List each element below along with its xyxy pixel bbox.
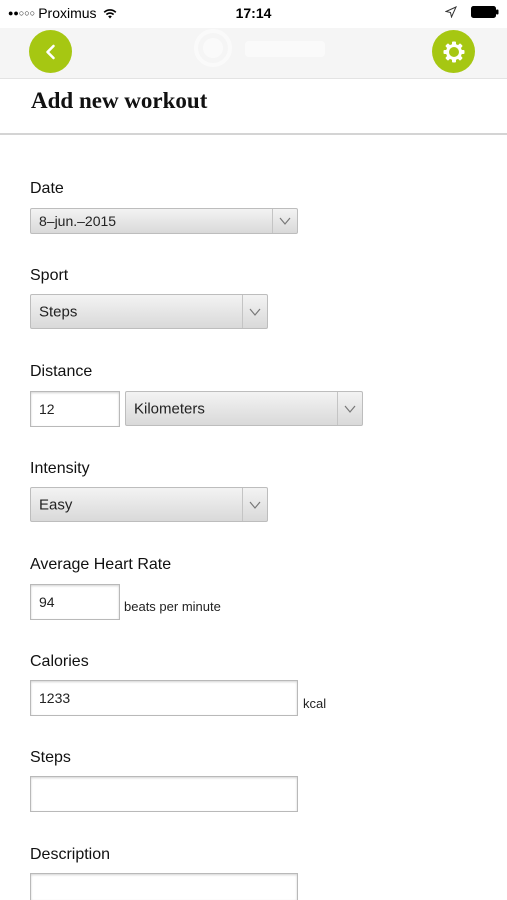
sport-select[interactable]: Steps	[30, 294, 268, 329]
page-title: Add new workout	[31, 88, 208, 113]
steps-input[interactable]	[30, 776, 298, 812]
battery-icon	[471, 6, 499, 18]
heart-rate-unit: beats per minute	[124, 599, 221, 614]
calories-input[interactable]: 1233	[30, 680, 298, 716]
chevron-left-icon	[45, 44, 55, 59]
status-right	[445, 6, 499, 18]
back-button[interactable]	[29, 30, 72, 73]
heart-rate-label: Average Heart Rate	[30, 556, 172, 573]
date-select[interactable]: 8–jun.–2015	[30, 208, 298, 234]
heart-rate-input[interactable]: 94	[30, 584, 120, 620]
location-arrow-icon	[445, 6, 457, 18]
date-value: 8–jun.–2015	[39, 213, 117, 229]
distance-label: Distance	[30, 363, 93, 380]
calories-value: 1233	[39, 690, 71, 706]
description-input[interactable]	[30, 873, 298, 900]
distance-unit-value: Kilometers	[134, 400, 205, 417]
status-time: 17:14	[235, 5, 272, 21]
status-bar: ●●○○○ Proximus 17:14	[0, 0, 507, 28]
chevron-down-icon	[272, 209, 297, 233]
chevron-down-icon	[242, 488, 267, 521]
description-label: Description	[30, 846, 111, 863]
intensity-label: Intensity	[30, 460, 90, 477]
distance-unit-select[interactable]: Kilometers	[125, 391, 363, 426]
calories-unit: kcal	[303, 696, 327, 711]
distance-input[interactable]: 12	[30, 391, 120, 427]
calories-label: Calories	[30, 653, 89, 670]
steps-label: Steps	[30, 749, 71, 766]
intensity-select[interactable]: Easy	[30, 487, 268, 522]
distance-value: 12	[39, 401, 55, 417]
title-divider	[0, 133, 507, 135]
nav-bar	[0, 28, 507, 79]
app-logo-watermark	[194, 29, 325, 67]
settings-button[interactable]	[432, 30, 475, 73]
sport-value: Steps	[39, 303, 78, 320]
chevron-down-icon	[242, 295, 267, 328]
heart-rate-value: 94	[39, 594, 55, 610]
intensity-value: Easy	[39, 496, 73, 513]
date-label: Date	[30, 180, 64, 197]
chevron-down-icon	[337, 392, 362, 425]
sport-label: Sport	[30, 267, 69, 284]
gear-icon	[443, 41, 464, 62]
